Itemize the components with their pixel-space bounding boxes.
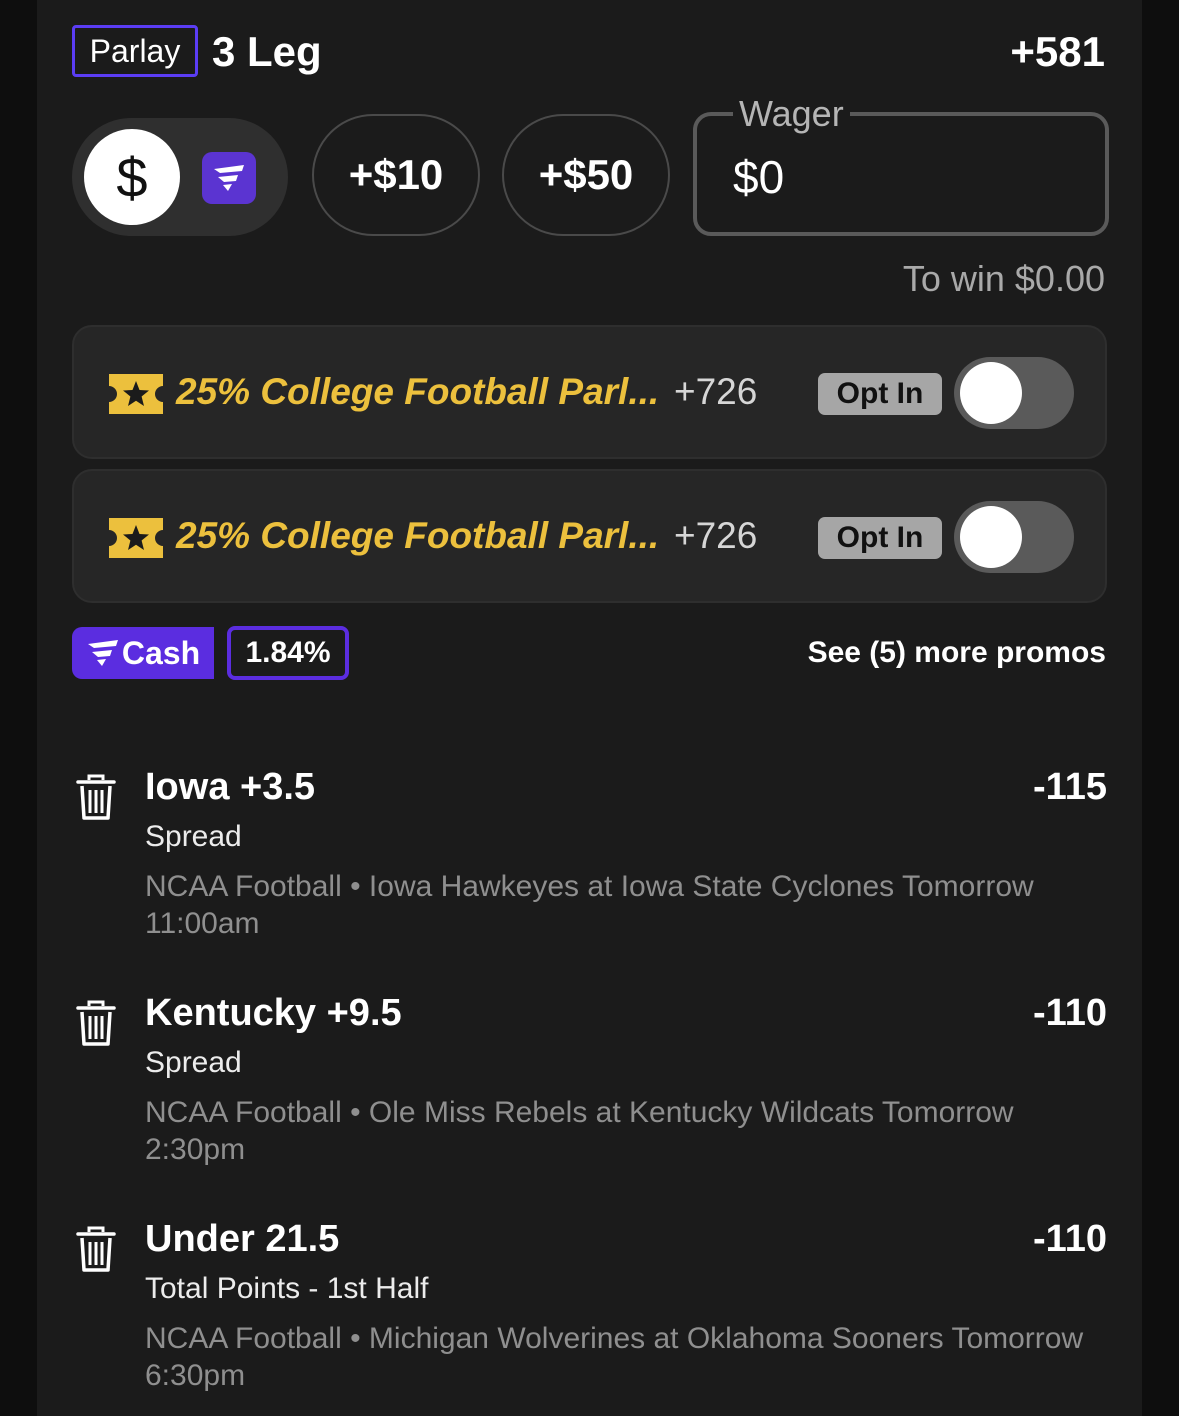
quick-add-10-label: +$10 [348, 151, 444, 198]
leg-event: NCAA Football • Michigan Wolverines at O… [145, 1322, 1084, 1392]
trash-icon[interactable] [76, 774, 116, 822]
leg-selection: Kentucky +9.5 [145, 992, 402, 1034]
leg-odds: -115 [1033, 766, 1107, 808]
trash-icon[interactable] [76, 1000, 116, 1048]
leg-count: 3 Leg [212, 28, 322, 75]
promo-opt-in-toggle[interactable] [954, 357, 1074, 429]
promo-card: 25% College Football Parl... +726 Opt In [72, 325, 1107, 459]
leg-odds: -110 [1033, 1218, 1107, 1260]
opt-in-label: Opt In [818, 517, 942, 559]
toggle-knob [960, 506, 1022, 568]
leg-event: NCAA Football • Iowa Hawkeyes at Iowa St… [145, 870, 1034, 940]
total-odds: +581 [1010, 28, 1105, 75]
leg-selection: Iowa +3.5 [145, 766, 316, 808]
promo-odds: +726 [674, 371, 758, 412]
fanatics-cash-icon[interactable] [202, 152, 256, 204]
leg-event: NCAA Football • Ole Miss Rebels at Kentu… [145, 1096, 1014, 1166]
toggle-knob [960, 362, 1022, 424]
leg-odds: -110 [1033, 992, 1107, 1034]
fancash-badge: Cash [72, 627, 214, 679]
fancash-label: Cash [121, 634, 201, 671]
wager-value[interactable]: $0 [733, 150, 784, 204]
wager-input[interactable]: Wager $0 [693, 96, 1109, 236]
promo-card: 25% College Football Parl... +726 Opt In [72, 469, 1107, 603]
fancash-percent: 1.84% [227, 626, 349, 680]
currency-toggle[interactable]: $ [72, 118, 288, 236]
parlay-tag: Parlay [72, 25, 198, 77]
leg-market: Spread [145, 820, 242, 853]
quick-add-10-button[interactable]: +$10 [312, 114, 480, 236]
see-more-promos-link[interactable]: See (5) more promos [808, 636, 1106, 670]
opt-in-label: Opt In [818, 373, 942, 415]
promo-title: 25% College Football Parl... [176, 371, 660, 412]
trash-icon[interactable] [76, 1226, 116, 1274]
dollar-icon: $ [116, 145, 148, 209]
quick-add-50-button[interactable]: +$50 [502, 114, 670, 236]
leg-selection: Under 21.5 [145, 1218, 340, 1260]
promo-odds: +726 [674, 515, 758, 556]
wager-label: Wager [733, 96, 850, 132]
ticket-star-icon [109, 518, 163, 558]
promo-opt-in-toggle[interactable] [954, 501, 1074, 573]
ticket-star-icon [109, 374, 163, 414]
promo-title: 25% College Football Parl... [176, 515, 660, 556]
quick-add-50-label: +$50 [538, 151, 634, 198]
leg-market: Spread [145, 1046, 242, 1079]
leg-market: Total Points - 1st Half [145, 1272, 429, 1305]
to-win-amount: To win $0.00 [902, 258, 1105, 299]
fanatics-logo-icon [87, 640, 118, 666]
cash-currency-option[interactable]: $ [84, 129, 180, 225]
parlay-tag-label: Parlay [89, 32, 181, 69]
fanatics-logo-icon [214, 165, 244, 191]
